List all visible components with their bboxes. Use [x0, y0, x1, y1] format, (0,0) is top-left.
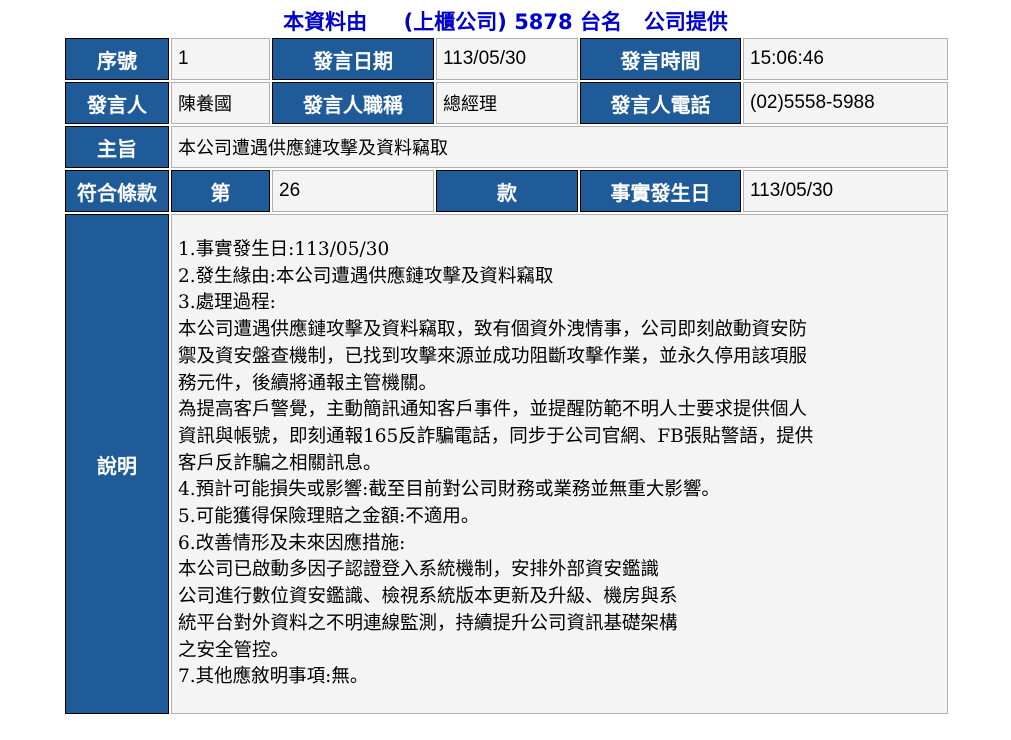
date-value: 113/05/30 [436, 38, 578, 80]
header-prefix: 本資料由 [283, 10, 368, 34]
description-line: 禦及資安盤查機制，已找到攻擊來源並成功阻斷攻擊作業，並永久停用該項服 [178, 345, 808, 367]
header-company-type: (上櫃公司) [403, 10, 507, 34]
table-row: 說明 1.事實發生日:113/05/30 2.發生緣由:本公司遭遇供應鏈攻擊及資… [65, 214, 948, 714]
page-header: 本資料由 (上櫃公司) 5878 台名 公司提供 [0, 6, 1011, 36]
subject-label: 主旨 [65, 126, 169, 168]
clause-suffix: 款 [436, 170, 578, 212]
speaker-title-label: 發言人職稱 [272, 82, 434, 124]
description-line: 本公司遭遇供應鏈攻擊及資料竊取，致有個資外洩情事，公司即刻啟動資安防 [178, 319, 808, 341]
seq-label: 序號 [65, 38, 169, 80]
description-line: 2.發生緣由:本公司遭遇供應鏈攻擊及資料竊取 [178, 265, 554, 287]
event-date-label: 事實發生日 [580, 170, 741, 212]
description-line: 統平台對外資料之不明連線監測，持續提升公司資訊基礎架構 [178, 612, 678, 634]
announcement-table: 序號 1 發言日期 113/05/30 發言時間 15:06:46 發言人 陳養… [63, 36, 950, 716]
description-line: 3.處理過程: [178, 292, 276, 314]
description-line: 1.事實發生日:113/05/30 [178, 239, 390, 261]
speaker-title-value: 總經理 [436, 82, 578, 124]
description-line: 4.預計可能損失或影響:截至目前對公司財務或業務並無重大影響。 [178, 479, 720, 501]
description-line: 5.可能獲得保險理賠之金額:不適用。 [178, 506, 480, 528]
description-body: 1.事實發生日:113/05/30 2.發生緣由:本公司遭遇供應鏈攻擊及資料竊取… [171, 214, 948, 714]
description-line: 7.其他應敘明事項:無。 [178, 666, 369, 688]
clause-label: 符合條款 [65, 170, 169, 212]
table-row: 主旨 本公司遭遇供應鏈攻擊及資料竊取 [65, 126, 948, 168]
speaker-value: 陳養國 [171, 82, 270, 124]
header-company-code: 5878 [514, 10, 573, 34]
description-line: 務元件，後續將通報主管機關。 [178, 372, 438, 394]
header-suffix: 公司提供 [643, 10, 728, 34]
time-value: 15:06:46 [743, 38, 948, 80]
speaker-phone-label: 發言人電話 [580, 82, 741, 124]
description-line: 本公司已啟動多因子認證登入系統機制，安排外部資安鑑識 [178, 559, 660, 581]
description-line: 公司進行數位資安鑑識、檢視系統版本更新及升級、機房與系 [178, 586, 678, 608]
description-line: 之安全管控。 [178, 639, 290, 661]
table-row: 符合條款 第 26 款 事實發生日 113/05/30 [65, 170, 948, 212]
date-label: 發言日期 [272, 38, 434, 80]
description-line: 資訊與帳號，即刻通報165反詐騙電話，同步于公司官網、FB張貼警語，提供 [178, 425, 814, 447]
table-row: 發言人 陳養國 發言人職稱 總經理 發言人電話 (02)5558-5988 [65, 82, 948, 124]
description-line: 6.改善情形及未來因應措施: [178, 532, 406, 554]
description-line: 為提高客戶警覺，主動簡訊通知客戶事件，並提醒防範不明人士要求提供個人 [178, 399, 808, 421]
table-row: 序號 1 發言日期 113/05/30 發言時間 15:06:46 [65, 38, 948, 80]
time-label: 發言時間 [580, 38, 741, 80]
event-date-value: 113/05/30 [743, 170, 948, 212]
clause-prefix: 第 [171, 170, 270, 212]
subject-value: 本公司遭遇供應鏈攻擊及資料竊取 [171, 126, 948, 168]
clause-value: 26 [272, 170, 434, 212]
speaker-label: 發言人 [65, 82, 169, 124]
description-line: 客戶反詐騙之相關訊息。 [178, 452, 382, 474]
header-company-name: 台名 [579, 10, 622, 34]
speaker-phone-value: (02)5558-5988 [743, 82, 948, 124]
description-label: 說明 [65, 214, 169, 714]
seq-value: 1 [171, 38, 270, 80]
